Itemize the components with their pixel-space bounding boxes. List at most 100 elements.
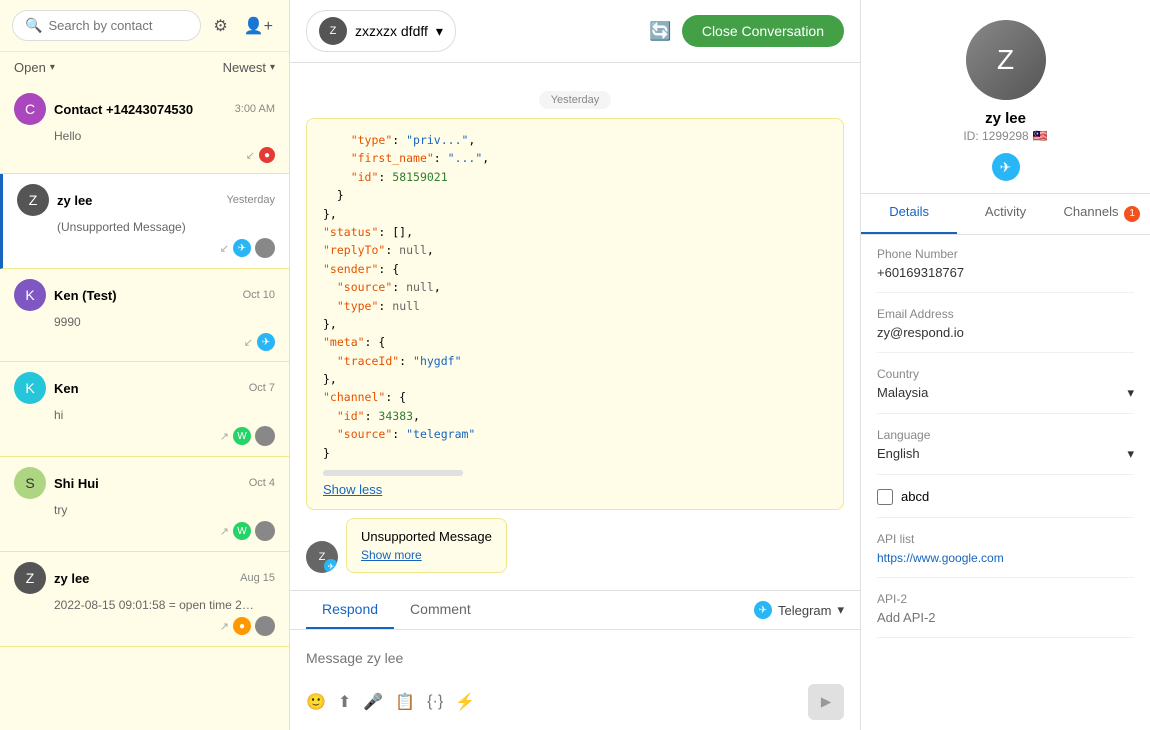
contact-dropdown[interactable]: Z zxzxzx dfdff ▾ — [306, 10, 456, 52]
send-icon: ↗ — [220, 525, 229, 538]
list-item[interactable]: K Ken Oct 7 hi ↗ W — [0, 362, 289, 457]
checkbox-row: abcd — [877, 489, 1134, 518]
contact-time: Aug 15 — [240, 572, 275, 584]
right-panel: Z zy lee ID: 1299298 🇲🇾 ✈ Details Activi… — [860, 0, 1150, 730]
tab-details[interactable]: Details — [861, 194, 957, 234]
profile-id: ID: 1299298 🇲🇾 — [877, 129, 1134, 143]
telegram-badge: ✈ — [324, 559, 338, 573]
read-icon: ↙ — [246, 149, 255, 162]
avatar: C — [14, 93, 46, 125]
contact-name: zy lee — [54, 571, 232, 586]
api2-row: API-2 — [877, 592, 1134, 638]
language-value: English — [877, 446, 920, 461]
search-box[interactable]: 🔍 — [12, 10, 201, 41]
show-more-button[interactable]: Show more — [361, 548, 422, 562]
sidebar-subheader: Open Newest — [0, 52, 289, 83]
message-input[interactable] — [306, 640, 844, 676]
list-item[interactable]: S Shi Hui Oct 4 try ↗ W — [0, 457, 289, 552]
tab-activity[interactable]: Activity — [957, 194, 1053, 234]
channel-label: Telegram — [778, 603, 831, 618]
avatar-small — [255, 521, 275, 541]
variable-button[interactable]: {·} — [427, 693, 443, 711]
send-icon: ↗ — [220, 430, 229, 443]
list-item[interactable]: K Ken (Test) Oct 10 9990 ↙ ✈ — [0, 269, 289, 362]
country-value: Malaysia — [877, 385, 928, 400]
list-item[interactable]: Z zy lee Aug 15 2022-08-15 09:01:58 = op… — [0, 552, 289, 647]
close-conversation-button[interactable]: Close Conversation — [682, 15, 844, 47]
telegram-channel-icon: ✈ — [257, 333, 275, 351]
api2-input[interactable] — [877, 610, 1134, 625]
profile-telegram-icon: ✈ — [877, 153, 1134, 181]
avatar-small — [255, 426, 275, 446]
contact-name: Contact +14243074530 — [54, 102, 227, 117]
contact-list: C Contact +14243074530 3:00 AM Hello ↙ ●… — [0, 83, 289, 730]
template-button[interactable]: 📋 — [395, 692, 415, 712]
date-divider: Yesterday — [306, 91, 844, 106]
json-content: "type": "priv...", "first_name": "...", … — [323, 131, 827, 462]
country-row: Country Malaysia ▾ — [877, 367, 1134, 414]
unsupported-message-row: Z ✈ Unsupported Message Show more — [306, 518, 844, 573]
chat-messages: Yesterday "type": "priv...", "first_name… — [290, 63, 860, 590]
send-button[interactable]: ▶ — [808, 684, 844, 720]
contact-time: Oct 10 — [243, 289, 275, 301]
contact-preview: Hello — [54, 129, 254, 143]
avatar: K — [14, 279, 46, 311]
phone-label: Phone Number — [877, 247, 1134, 261]
filter-icon-button[interactable]: ⚙ — [209, 12, 231, 40]
country-select[interactable]: Malaysia ▾ — [877, 385, 1134, 401]
sidebar: 🔍 ⚙ 👤+ Open Newest C Contact +1424307453… — [0, 0, 290, 730]
api2-label: API-2 — [877, 592, 1134, 606]
contact-time: Yesterday — [226, 194, 275, 206]
avatar-image: Z — [966, 20, 1046, 100]
emoji-button[interactable]: 🙂 — [306, 692, 326, 712]
chat-input: 🙂 ⬆ 🎤 📋 {·} ⚡ ▶ — [290, 630, 860, 730]
profile-avatar: Z — [966, 20, 1046, 100]
flag-icon: 🇲🇾 — [1033, 129, 1048, 143]
channel-chevron-icon: ▾ — [837, 602, 844, 618]
country-label: Country — [877, 367, 1134, 381]
contact-name: Shi Hui — [54, 476, 241, 491]
show-less-button[interactable]: Show less — [323, 482, 382, 497]
chat-header: Z zxzxzx dfdff ▾ 🔄 Close Conversation — [290, 0, 860, 63]
api-list-link[interactable]: https://www.google.com — [877, 551, 1004, 565]
avatar: Z — [14, 562, 46, 594]
email-label: Email Address — [877, 307, 1134, 321]
send-icon: ↗ — [220, 620, 229, 633]
filter-open[interactable]: Open — [14, 60, 55, 75]
language-row: Language English ▾ — [877, 428, 1134, 475]
checkbox-label: abcd — [901, 489, 929, 504]
chat-tabs: Respond Comment ✈ Telegram ▾ — [290, 591, 860, 630]
profile-name: zy lee — [877, 110, 1134, 127]
unsupported-message-bubble: Unsupported Message Show more — [346, 518, 507, 573]
add-contact-button[interactable]: 👤+ — [240, 12, 277, 40]
tab-channels[interactable]: Channels 1 — [1054, 194, 1150, 234]
sync-button[interactable]: 🔄 — [649, 21, 671, 42]
header-actions: 🔄 Close Conversation — [649, 15, 844, 47]
read-icon: ↙ — [220, 242, 229, 255]
message-avatar: Z ✈ — [306, 541, 338, 573]
chat-toolbar: 🙂 ⬆ 🎤 📋 {·} ⚡ ▶ — [306, 676, 844, 720]
email-row: Email Address zy@respond.io — [877, 307, 1134, 353]
api-list-label: API list — [877, 532, 1134, 546]
attachment-button[interactable]: ⬆ — [338, 692, 351, 712]
language-chevron-icon: ▾ — [1127, 446, 1134, 462]
list-item[interactable]: C Contact +14243074530 3:00 AM Hello ↙ ● — [0, 83, 289, 174]
avatar: K — [14, 372, 46, 404]
channel-selector[interactable]: ✈ Telegram ▾ — [754, 591, 844, 629]
scroll-indicator — [323, 470, 463, 476]
json-message-bubble: "type": "priv...", "first_name": "...", … — [306, 118, 844, 510]
search-input[interactable] — [48, 18, 188, 33]
telegram-channel-icon: ✈ — [233, 239, 251, 257]
filter-newest[interactable]: Newest — [223, 60, 275, 75]
tab-comment[interactable]: Comment — [394, 591, 487, 629]
abcd-checkbox[interactable] — [877, 489, 893, 505]
phone-value: +60169318767 — [877, 265, 1134, 280]
unread-badge: ● — [259, 147, 275, 163]
ai-button[interactable]: ⚡ — [455, 692, 475, 712]
language-select[interactable]: English ▾ — [877, 446, 1134, 462]
tab-respond[interactable]: Respond — [306, 591, 394, 629]
list-item[interactable]: Z zy lee Yesterday (Unsupported Message)… — [0, 174, 289, 269]
audio-button[interactable]: 🎤 — [363, 692, 383, 712]
contact-preview: (Unsupported Message) — [57, 220, 257, 234]
detail-section: Phone Number +60169318767 Email Address … — [861, 235, 1150, 664]
